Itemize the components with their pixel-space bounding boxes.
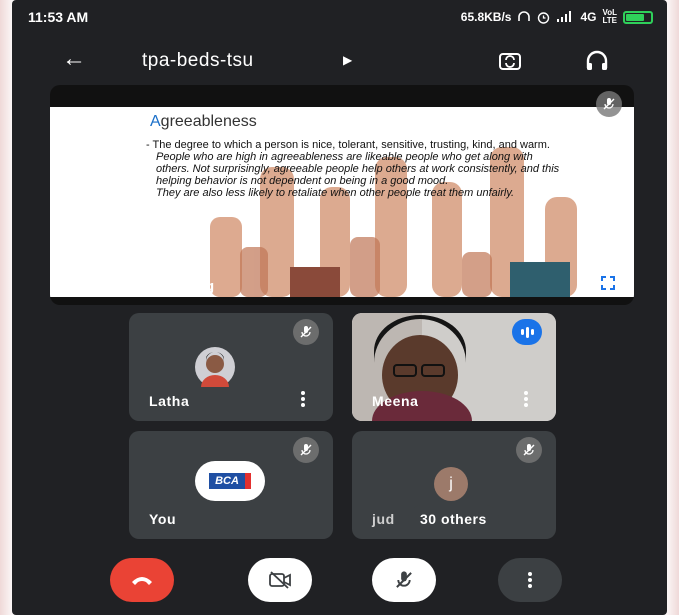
status-time: 11:53 AM <box>28 9 89 25</box>
mic-toggle-button[interactable] <box>372 558 436 602</box>
speaking-indicator-icon <box>512 319 542 345</box>
more-options-button[interactable] <box>498 558 562 602</box>
participant-tile-meena[interactable]: Meena <box>352 313 556 421</box>
caret-right-icon[interactable]: ▶ <box>343 53 352 67</box>
more-options-icon[interactable] <box>524 391 528 407</box>
participant-avatar: BCA <box>195 461 265 501</box>
meeting-header: ← tpa-beds-tsu ▶ <box>12 44 667 78</box>
signal-icon <box>557 11 572 22</box>
network-type: 4G <box>580 10 597 24</box>
more-options-icon[interactable] <box>301 391 305 407</box>
network-speed: 65.8KB/s <box>460 10 512 24</box>
participant-name: jud <box>372 511 395 527</box>
participant-avatar <box>195 347 235 387</box>
mic-off-icon <box>596 91 622 117</box>
camera-toggle-button[interactable] <box>248 558 312 602</box>
status-bar: 11:53 AM 65.8KB/s 4G VoL LTE <box>12 0 667 32</box>
phone-hangup-icon <box>132 577 152 585</box>
participant-name: You <box>149 511 177 527</box>
volte-icon: VoL LTE <box>602 8 617 25</box>
participant-tile-others[interactable]: j jud 30 others <box>352 431 556 539</box>
mic-off-icon <box>396 571 412 588</box>
end-call-button[interactable] <box>110 558 174 602</box>
status-right: 65.8KB/s 4G VoL LTE <box>461 9 653 25</box>
mic-off-icon <box>516 437 542 463</box>
slide-title: Agreeableness <box>150 113 257 130</box>
participant-name: Latha <box>149 393 190 409</box>
phone-screen: 11:53 AM 65.8KB/s 4G VoL LTE ← tpa-beds-t… <box>12 0 667 615</box>
headset-status-icon <box>518 11 531 21</box>
avatar-initial: j <box>449 475 453 492</box>
shared-slide: Agreeableness - The degree to which a pe… <box>50 107 634 297</box>
participant-name: Meena <box>372 393 419 409</box>
others-count-chip[interactable]: 30 others <box>408 505 499 533</box>
switch-camera-icon[interactable] <box>497 48 523 74</box>
meeting-title[interactable]: tpa-beds-tsu <box>142 50 254 72</box>
back-arrow-icon[interactable]: ← <box>62 47 86 71</box>
slide-paragraph-1: People who are high in agreeableness are… <box>156 151 560 187</box>
participant-tile-latha[interactable]: Latha <box>129 313 333 421</box>
slide-paragraph-2: They are also less likely to retaliate w… <box>156 187 515 199</box>
headphones-icon[interactable] <box>584 48 610 74</box>
participant-tile-you[interactable]: BCA You <box>129 431 333 539</box>
mic-off-icon <box>293 319 319 345</box>
battery-icon <box>623 10 653 24</box>
slide-definition: - The degree to which a person is nice, … <box>146 139 550 151</box>
bca-logo: BCA <box>209 473 251 489</box>
slide-body: - The degree to which a person is nice, … <box>146 139 566 199</box>
presentation-tile[interactable]: Agreeableness - The degree to which a pe… <box>50 85 634 305</box>
more-vert-icon <box>528 572 532 588</box>
alarm-icon <box>538 11 550 24</box>
fullscreen-icon <box>601 276 615 290</box>
presenter-label: Meena is presenting <box>70 278 215 295</box>
fullscreen-button[interactable] <box>594 269 622 297</box>
mic-off-icon <box>293 437 319 463</box>
camera-off-icon <box>269 571 291 589</box>
participant-avatar: j <box>434 467 468 501</box>
